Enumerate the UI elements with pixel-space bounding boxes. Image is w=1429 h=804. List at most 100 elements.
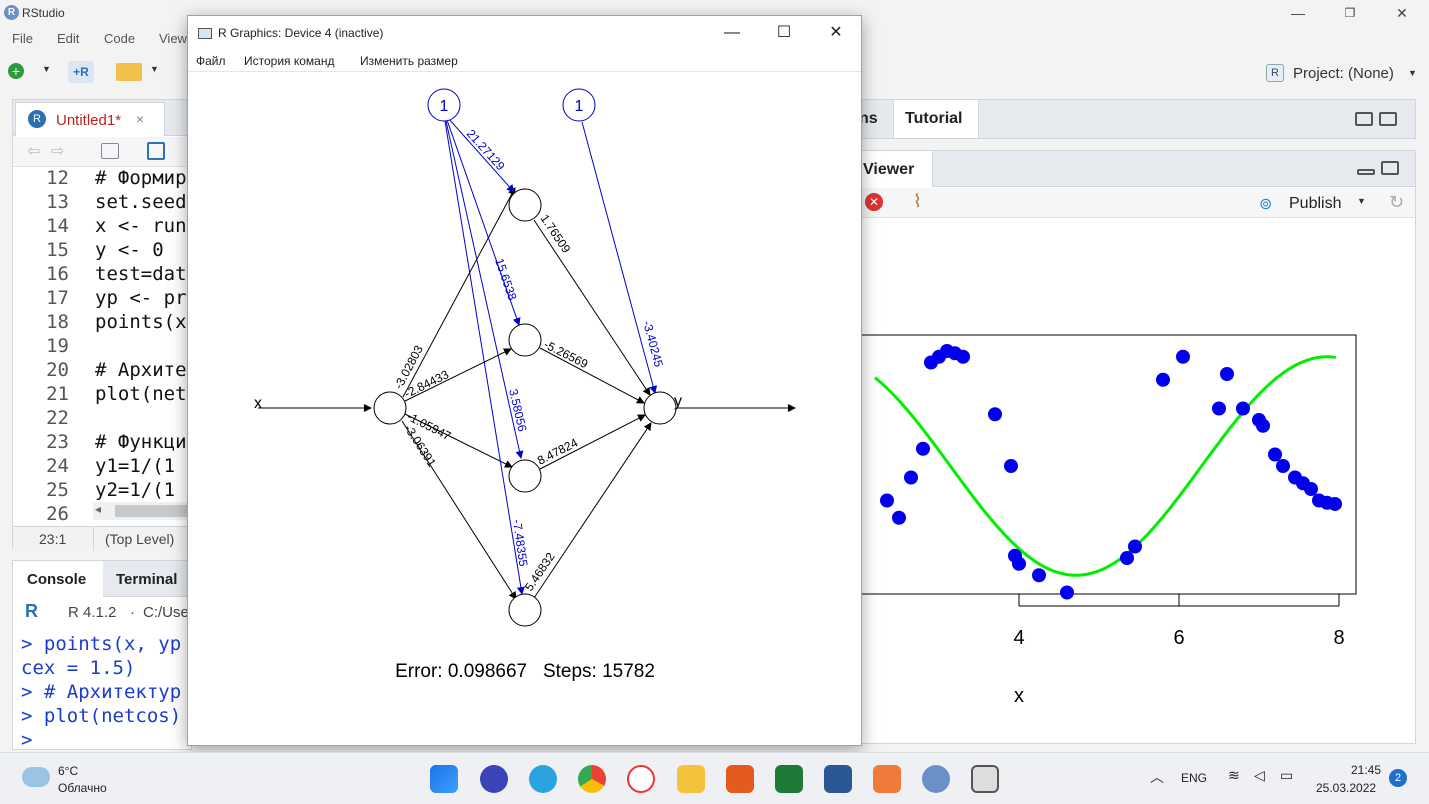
menu-code[interactable]: Code — [104, 31, 135, 46]
maximize-pane-icon[interactable] — [1379, 112, 1397, 126]
menu-file[interactable]: File — [12, 31, 33, 46]
file-explorer-icon[interactable] — [677, 765, 705, 793]
close-tab-icon[interactable]: × — [136, 111, 144, 127]
plot-area: 4 6 8 x — [856, 219, 1415, 743]
project-selector[interactable]: Project: (None) — [1293, 65, 1394, 82]
hidden-node-1 — [508, 188, 542, 222]
x-axis-label: x — [1014, 685, 1024, 707]
notification-badge[interactable]: 2 — [1389, 769, 1407, 787]
cloud-icon[interactable] — [22, 767, 50, 787]
graphics-menu-history[interactable]: История команд — [244, 54, 334, 68]
menu-view[interactable]: View — [159, 31, 187, 46]
restore-button[interactable]: ❐ — [1330, 2, 1370, 24]
graphics-maximize-button[interactable]: ☐ — [762, 20, 806, 46]
line-number: 22 — [46, 407, 69, 429]
weather-temperature[interactable]: 6°C — [58, 764, 78, 778]
minimize-pane-icon[interactable] — [1355, 112, 1373, 126]
working-directory[interactable]: C:/Use — [143, 604, 189, 621]
app-icon[interactable] — [873, 765, 901, 793]
clear-icon[interactable]: ✕ — [865, 193, 883, 211]
scope-selector[interactable]: (Top Level) — [105, 531, 174, 547]
line-number: 12 — [46, 167, 69, 189]
clock-time[interactable]: 21:45 — [1345, 763, 1381, 777]
chevron-down-icon[interactable]: ▼ — [1357, 196, 1366, 206]
weight-label: 3.58056 — [506, 388, 529, 434]
back-arrow-icon[interactable]: ⇦ — [27, 141, 40, 161]
line-number: 25 — [46, 479, 69, 501]
tab-viewer[interactable]: Viewer — [863, 161, 914, 179]
forward-arrow-icon[interactable]: ⇨ — [51, 141, 64, 161]
show-in-window-icon[interactable] — [101, 143, 119, 159]
refresh-icon[interactable]: ↻ — [1389, 192, 1404, 213]
code-text: # Архите — [95, 359, 187, 381]
scroll-left-icon[interactable]: ◂ — [95, 502, 101, 516]
clock-date[interactable]: 25.03.2022 — [1316, 781, 1376, 795]
r-logo-icon: R — [25, 601, 38, 621]
start-icon[interactable] — [430, 765, 458, 793]
chat-icon[interactable] — [480, 765, 508, 793]
code-text: y2=1/(1 — [95, 479, 176, 501]
line-number: 18 — [46, 311, 69, 333]
weather-description[interactable]: Облачно — [58, 781, 107, 795]
wifi-icon[interactable]: ≋ — [1228, 767, 1240, 784]
editor-tab-bar: R Untitled1* × — [13, 100, 191, 136]
weight-label: 21.27129 — [464, 127, 508, 174]
new-project-icon[interactable]: +R — [68, 61, 94, 83]
scroll-thumb[interactable] — [115, 505, 191, 517]
code-text: # Формир — [95, 167, 187, 189]
volume-icon[interactable]: ◁ — [1254, 767, 1265, 784]
r-graphics-taskbar-icon[interactable] — [971, 765, 999, 793]
console-pane: Console Terminal R R 4.1.2 · C:/Use > po… — [12, 560, 192, 751]
telegram-icon[interactable] — [529, 765, 557, 793]
weight-label: -7.48355 — [510, 518, 531, 567]
code-area[interactable]: 12 # Формир 13 set.seed 14 x <- run 15 y <- 0 16… — [13, 167, 191, 525]
console-line: > plot(netcos) — [21, 705, 182, 727]
line-number: 19 — [46, 335, 69, 357]
publish-icon[interactable]: ⊚ — [1259, 194, 1272, 214]
close-button[interactable]: ✕ — [1382, 2, 1422, 24]
menu-edit[interactable]: Edit — [57, 31, 79, 46]
data-point — [1268, 447, 1282, 462]
console-line: > — [21, 729, 33, 751]
graphics-minimize-button[interactable]: — — [710, 20, 754, 46]
edge-input-h1 — [402, 187, 516, 398]
publish-button[interactable]: Publish — [1289, 195, 1341, 213]
chevron-down-icon[interactable]: ▼ — [42, 64, 51, 74]
broom-icon[interactable]: ⌇ — [913, 191, 922, 212]
chevron-down-icon[interactable]: ▼ — [1408, 68, 1417, 78]
horizontal-scrollbar[interactable]: ◂ — [93, 502, 191, 520]
code-text: y1=1/(1 — [95, 455, 176, 477]
weight-label: -5.26569 — [542, 337, 591, 371]
excel-icon[interactable] — [775, 765, 803, 793]
viewer-pane: Viewer ✕ ⌇ ⊚ Publish ▼ ↻ 4 6 8 x — [856, 150, 1416, 744]
x-tick-label: 8 — [1333, 627, 1344, 649]
save-icon[interactable] — [147, 142, 165, 160]
line-number: 21 — [46, 383, 69, 405]
open-folder-icon[interactable] — [116, 63, 142, 81]
chevron-down-icon[interactable]: ▼ — [150, 64, 159, 74]
word-icon[interactable] — [824, 765, 852, 793]
tab-tutorial[interactable]: Tutorial — [905, 110, 962, 128]
app-icon[interactable] — [726, 765, 754, 793]
restore-pane-icon[interactable] — [1381, 161, 1399, 175]
code-text: test=dat — [95, 263, 187, 285]
graphics-close-button[interactable]: ✕ — [814, 20, 858, 46]
chrome-icon[interactable] — [578, 765, 606, 793]
new-file-icon[interactable]: + — [8, 63, 24, 79]
environment-pane-tabs: ns Tutorial — [858, 99, 1416, 139]
chevron-up-icon[interactable]: ︿ — [1150, 767, 1164, 787]
battery-icon[interactable]: ▭ — [1280, 767, 1293, 784]
tab-console[interactable]: Console — [27, 571, 86, 588]
language-indicator[interactable]: ENG — [1181, 771, 1207, 785]
code-text: yp <- pr — [95, 287, 187, 309]
graphics-menu-resize[interactable]: Изменить размер — [360, 54, 458, 68]
yandex-icon[interactable] — [627, 765, 655, 793]
rstudio-taskbar-icon[interactable] — [922, 765, 950, 793]
tab-untitled1[interactable]: R Untitled1* × — [15, 102, 165, 136]
graphics-menu-file[interactable]: Файл — [196, 54, 226, 68]
minimize-button[interactable]: — — [1278, 2, 1318, 24]
tab-terminal[interactable]: Terminal — [116, 571, 177, 588]
divider — [93, 527, 94, 551]
line-number: 23 — [46, 431, 69, 453]
minimize-pane-icon[interactable] — [1357, 169, 1375, 175]
